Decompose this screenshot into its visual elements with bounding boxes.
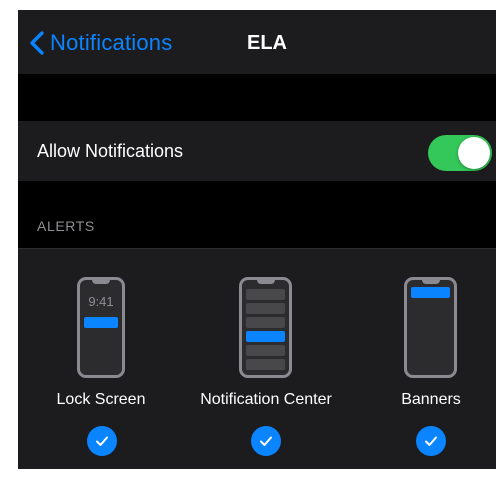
- settings-screen: Notifications ELA Allow Notifications AL…: [18, 10, 496, 469]
- phone-notch: [421, 279, 440, 284]
- phone-notch: [256, 279, 275, 284]
- lock-screen-phone-icon: 9:41: [77, 277, 125, 378]
- checkmark-circle-icon[interactable]: [416, 426, 446, 456]
- alerts-section: 9:41 Lock Screen Notification Center Ban…: [18, 248, 496, 469]
- phone-notch: [92, 279, 110, 284]
- check-icon: [96, 436, 108, 446]
- check-icon: [260, 436, 272, 446]
- notification-banner-preview: [84, 317, 118, 328]
- alert-option-label: Lock Screen: [56, 391, 146, 408]
- notification-preview: [246, 359, 285, 370]
- toggle-knob: [458, 137, 490, 169]
- alerts-section-header: ALERTS: [37, 218, 95, 234]
- checkmark-circle-icon[interactable]: [87, 426, 117, 456]
- allow-notifications-label: Allow Notifications: [37, 141, 184, 161]
- page-title: ELA: [247, 32, 287, 54]
- alert-option-label: Notification Center: [200, 391, 332, 408]
- alert-option-label: Banners: [401, 391, 461, 408]
- alert-option-lock-screen[interactable]: 9:41 Lock Screen: [26, 248, 176, 469]
- check-icon: [425, 436, 437, 446]
- notification-banner-preview: [246, 331, 285, 342]
- notification-banner-preview: [411, 287, 450, 298]
- notification-preview: [246, 317, 285, 328]
- allow-notifications-toggle[interactable]: [428, 135, 492, 171]
- notification-preview: [246, 345, 285, 356]
- notification-preview: [246, 303, 285, 314]
- lock-screen-time: 9:41: [88, 294, 114, 309]
- notification-preview: [246, 289, 285, 300]
- alert-option-notification-center[interactable]: Notification Center: [191, 248, 341, 469]
- navigation-bar: Notifications ELA: [18, 10, 496, 74]
- notification-center-phone-icon: [239, 277, 292, 378]
- banners-phone-icon: [404, 277, 457, 378]
- allow-notifications-row: Allow Notifications: [18, 121, 496, 181]
- section-spacer: [18, 74, 496, 121]
- checkmark-circle-icon[interactable]: [251, 426, 281, 456]
- alert-option-banners[interactable]: Banners: [356, 248, 496, 469]
